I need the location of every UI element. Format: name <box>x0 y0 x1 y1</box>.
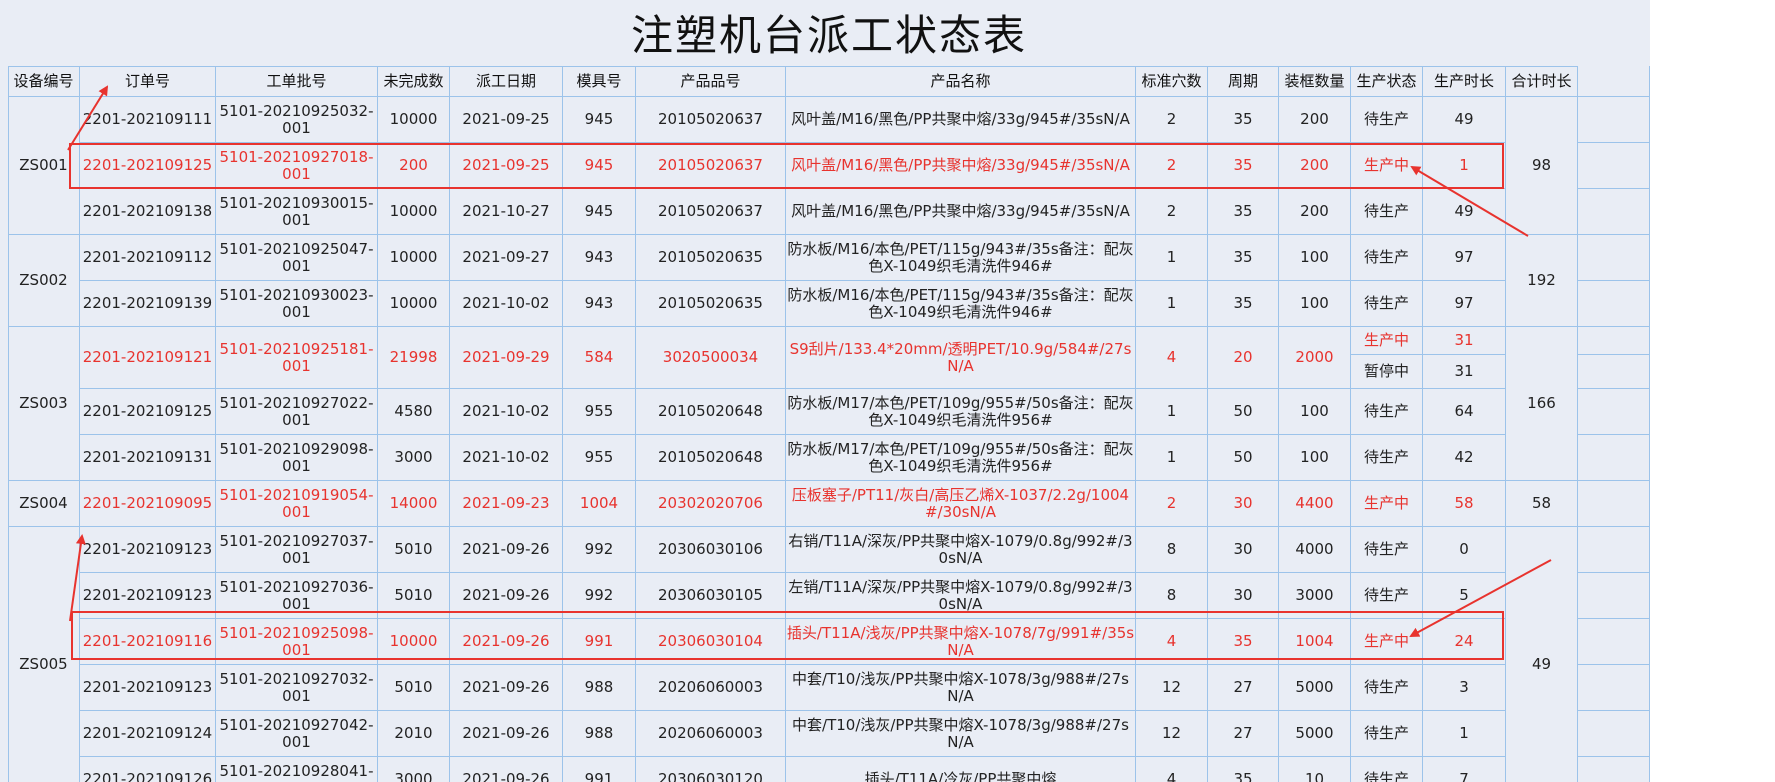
annotation-arrow <box>69 534 86 622</box>
annotation-arrow <box>1410 165 1529 237</box>
annotation-arrow <box>67 85 109 151</box>
highlight-box-running-row <box>69 143 1504 189</box>
annotation-arrow <box>1409 559 1552 637</box>
annotation-overlay <box>67 85 1552 660</box>
highlight-box-running-row <box>71 611 1504 660</box>
spreadsheet-sheet: 注塑机台派工状态表 设备编号 订单号 工单批号 未完成数 派工日期 模具号 产品品号 产品名称… <box>0 0 1650 782</box>
